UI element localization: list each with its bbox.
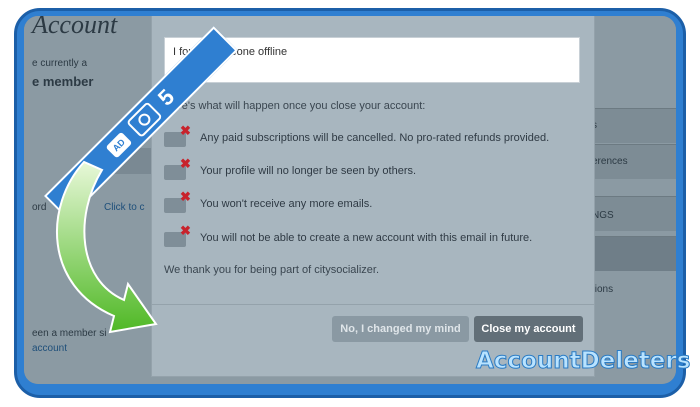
consequence-text: You will not be able to create a new acc… xyxy=(200,232,533,244)
close-account-button[interactable]: Close my account xyxy=(474,316,583,342)
cancel-button[interactable]: No, I changed my mind xyxy=(332,316,469,342)
background-menu-item[interactable]: erences xyxy=(592,156,628,167)
background-menu-row[interactable] xyxy=(584,108,676,143)
consequence-text: You won't receive any more emails. xyxy=(200,198,373,210)
consequence-text: Your profile will no longer be seen by o… xyxy=(200,165,417,177)
background-menu-item[interactable]: tions xyxy=(592,284,613,295)
background-membership-text: e member xyxy=(32,74,94,89)
consequence-item: ✖ You won't receive any more emails. xyxy=(164,190,373,216)
background-page-title: Account xyxy=(32,16,118,39)
background-menu-item[interactable]: NGS xyxy=(592,210,614,221)
consequence-item: ✖ Any paid subscriptions will be cancell… xyxy=(164,124,550,150)
dialog-footer-divider xyxy=(152,304,594,305)
consequence-item: ✖ You will not be able to create a new a… xyxy=(164,224,533,250)
profile-icon: ✖ xyxy=(164,157,191,181)
accountdeleters-logo: AccountDeleters xyxy=(476,348,691,375)
dialog-intro-text: Here's what will happen once you close y… xyxy=(164,100,426,112)
consequence-item: ✖ Your profile will no longer be seen by… xyxy=(164,157,417,183)
thanks-text: We thank you for being part of citysocia… xyxy=(164,264,380,276)
subscription-icon: ✖ xyxy=(164,124,191,148)
step-number: 5 xyxy=(152,84,180,111)
close-account-dialog: I found someone offline Here's what will… xyxy=(152,16,594,376)
email-icon: ✖ xyxy=(164,190,191,214)
lock-icon: ✖ xyxy=(164,224,191,248)
ad-badge-icon: AD xyxy=(105,131,133,159)
curved-arrow-icon xyxy=(56,160,158,334)
background-menu-row-active[interactable] xyxy=(584,236,676,271)
consequence-text: Any paid subscriptions will be cancelled… xyxy=(200,132,550,144)
background-status-text: e currently a xyxy=(32,58,88,69)
